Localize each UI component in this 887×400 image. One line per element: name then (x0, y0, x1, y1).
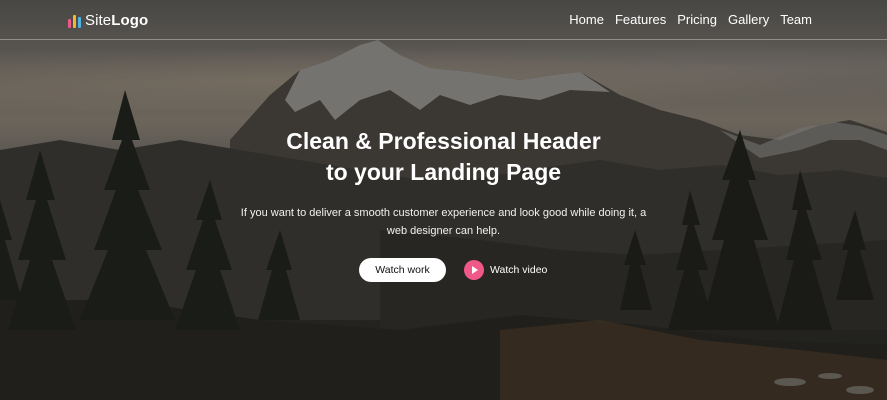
hero-title-line-2: to your Landing Page (325, 159, 562, 185)
watch-work-button[interactable]: Watch work (359, 258, 446, 282)
logo-text: SiteLogo (85, 12, 148, 29)
nav-item-team[interactable]: Team (780, 12, 812, 27)
site-logo[interactable]: SiteLogo (68, 12, 148, 29)
nav-item-pricing[interactable]: Pricing (677, 12, 717, 27)
main-nav: Home Features Pricing Gallery Team (569, 12, 812, 27)
dark-overlay (0, 0, 887, 400)
logo-prefix: Site (85, 12, 112, 29)
hero-title: Clean & Professional Header to your Land… (0, 126, 887, 188)
watch-video-link[interactable]: Watch video (464, 259, 547, 281)
hero-subtitle-line-2: web designer can help. (386, 225, 501, 237)
bar-chart-logo-icon (68, 14, 81, 28)
hero-background (0, 0, 887, 400)
hero-subtitle-line-1: If you want to deliver a smooth customer… (240, 207, 647, 219)
hero-actions: Watch work Watch video (0, 258, 887, 282)
nav-item-gallery[interactable]: Gallery (728, 12, 769, 27)
watch-video-label: Watch video (490, 264, 548, 276)
hero-subtitle: If you want to deliver a smooth customer… (0, 204, 887, 240)
nav-item-features[interactable]: Features (615, 12, 666, 27)
top-navbar: SiteLogo Home Features Pricing Gallery T… (0, 0, 887, 40)
hero-title-line-1: Clean & Professional Header (286, 128, 601, 154)
logo-strong: Logo (111, 12, 149, 29)
play-icon[interactable] (464, 260, 484, 280)
nav-item-home[interactable]: Home (569, 12, 604, 27)
